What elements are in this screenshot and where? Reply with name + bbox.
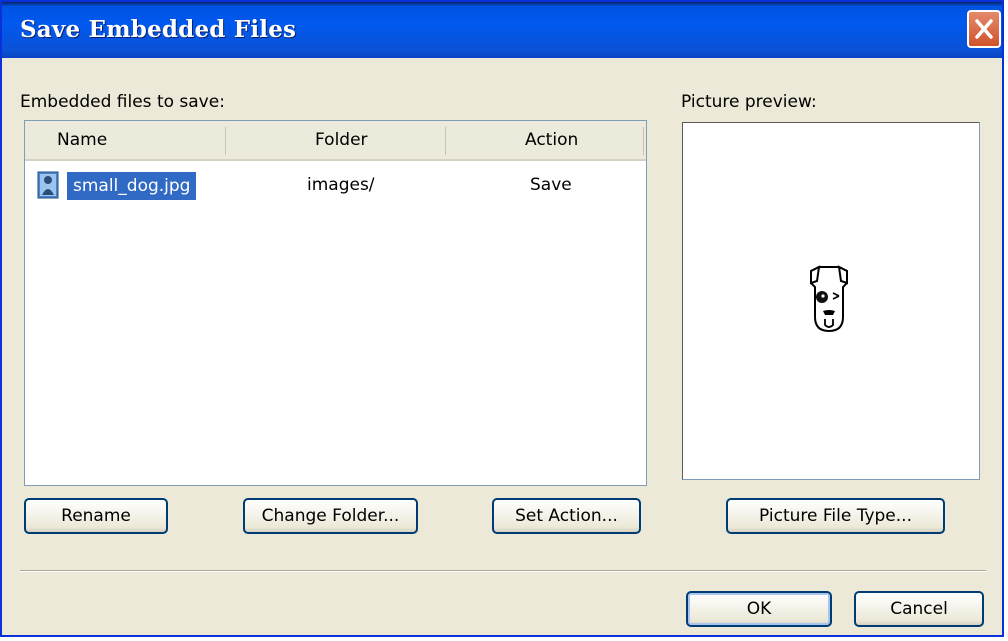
column-divider[interactable] [225, 127, 226, 155]
list-header: Name Folder Action [25, 121, 646, 161]
picture-preview-label: Picture preview: [681, 92, 817, 112]
image-file-icon [37, 171, 59, 199]
embedded-files-list[interactable]: Name Folder Action small_dog.jpg images/… [24, 120, 647, 486]
close-icon [975, 19, 993, 39]
window-title: Save Embedded Files [20, 16, 297, 43]
cancel-button[interactable]: Cancel [854, 591, 984, 627]
save-embedded-files-dialog: Save Embedded Files Embedded files to sa… [0, 0, 1004, 637]
file-folder-cell: images/ [307, 175, 375, 195]
picture-preview-pane [682, 122, 980, 480]
column-divider[interactable] [643, 127, 644, 155]
close-button[interactable] [967, 10, 1001, 48]
title-bar[interactable]: Save Embedded Files [2, 2, 1002, 58]
picture-file-type-button[interactable]: Picture File Type... [726, 498, 945, 534]
button-row-separator [20, 570, 986, 572]
embedded-files-label: Embedded files to save: [20, 92, 225, 112]
rename-button[interactable]: Rename [24, 498, 168, 534]
dog-image [810, 265, 848, 333]
ok-button[interactable]: OK [686, 591, 832, 627]
set-action-button[interactable]: Set Action... [492, 498, 641, 534]
column-header-name[interactable]: Name [57, 121, 107, 159]
file-action-cell: Save [530, 175, 572, 195]
list-item[interactable]: small_dog.jpg images/ Save [25, 165, 646, 205]
file-name-cell[interactable]: small_dog.jpg [67, 172, 197, 200]
column-divider[interactable] [445, 127, 446, 155]
change-folder-button[interactable]: Change Folder... [243, 498, 418, 534]
column-header-action[interactable]: Action [525, 121, 578, 159]
column-header-folder[interactable]: Folder [315, 121, 368, 159]
